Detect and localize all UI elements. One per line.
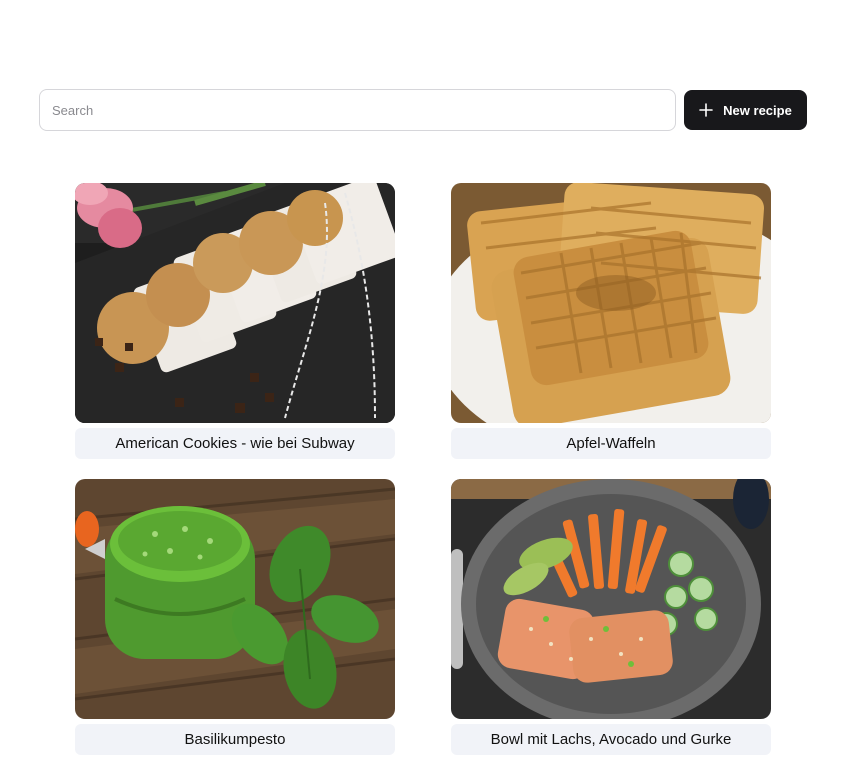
recipe-card[interactable]: Basilikumpesto [75, 479, 395, 755]
plus-icon [699, 103, 713, 117]
new-recipe-button[interactable]: New recipe [684, 90, 807, 130]
recipe-image-cookies[interactable] [75, 183, 395, 423]
recipe-image-pesto[interactable] [75, 479, 395, 719]
new-recipe-label: New recipe [723, 102, 792, 118]
recipe-card[interactable]: Bowl mit Lachs, Avocado und Gurke [451, 479, 771, 755]
recipe-card[interactable]: American Cookies - wie bei Subway [75, 183, 395, 459]
recipe-image-waffles[interactable] [451, 183, 771, 423]
toolbar: New recipe [39, 89, 807, 131]
recipe-title[interactable]: Bowl mit Lachs, Avocado und Gurke [451, 724, 771, 755]
recipe-card[interactable]: Apfel-Waffeln [451, 183, 771, 459]
recipe-title[interactable]: Apfel-Waffeln [451, 428, 771, 459]
recipe-title[interactable]: American Cookies - wie bei Subway [75, 428, 395, 459]
recipe-image-bowl[interactable] [451, 479, 771, 719]
recipe-grid: American Cookies - wie bei Subway Apfel-… [75, 183, 771, 755]
recipe-title[interactable]: Basilikumpesto [75, 724, 395, 755]
search-input[interactable] [39, 89, 676, 131]
